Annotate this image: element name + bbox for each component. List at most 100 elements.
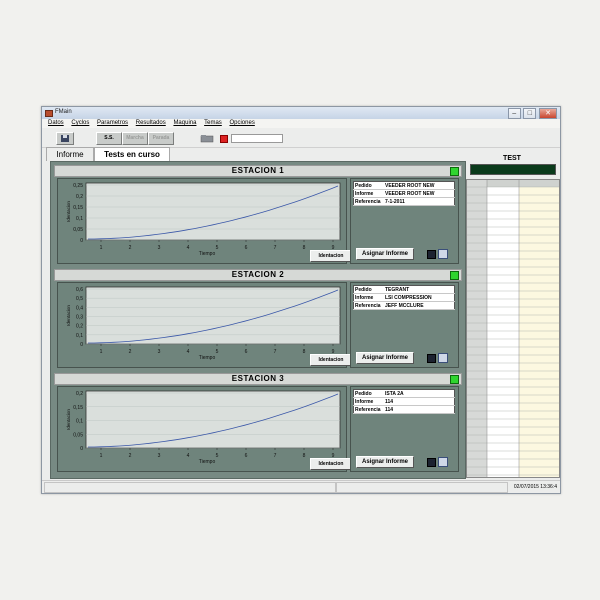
pedido-label: Pedido — [353, 389, 384, 398]
folder-icon[interactable] — [200, 133, 214, 143]
station-1-header: ESTACION 1 — [54, 165, 462, 177]
maximize-button[interactable]: □ — [523, 108, 537, 119]
station-1-info-table: Pedido VEEDER ROOT NEW Informe VEEDER ROOT… — [353, 181, 455, 206]
status-segment-1 — [44, 482, 336, 493]
toolbar: S.S. Marcha Parada — [42, 128, 560, 148]
x-tick-label: 4 — [187, 349, 190, 355]
info-row-referencia: Referencia JEFF MCCLURE — [353, 301, 455, 310]
status-segment-2 — [336, 482, 508, 493]
station-2: ESTACION 2 0,6 0,5 0,4 0,3 0,2 0,1 0 1 2 3 4 5 6 7 8 9 T… — [54, 269, 462, 369]
menu-maquina[interactable]: Maquina — [173, 119, 196, 128]
x-tick-label: 2 — [129, 245, 132, 251]
y-tick-label: 0,05 — [73, 432, 83, 438]
station-1-plot: 0,250,20,150,10,0501 2 3 4 5 6 7 8 9TiempoIdenta… — [66, 182, 341, 257]
y-tick-label: 0,3 — [76, 315, 83, 321]
x-tick-label: 4 — [187, 245, 190, 251]
save-icon[interactable] — [427, 250, 436, 259]
y-tick-label: 0 — [80, 238, 83, 244]
y-tick-label: 0,15 — [73, 405, 83, 411]
referencia-value[interactable]: JEFF MCCLURE — [384, 301, 455, 310]
info-row-informe: Informe 114 — [353, 397, 455, 406]
ss-label: S.S. — [104, 135, 114, 141]
station-2-asignar-informe-button[interactable]: Asignar Informe — [356, 352, 414, 364]
station-3-ident-button[interactable]: Identacion — [310, 458, 352, 470]
x-tick-label: 8 — [303, 245, 306, 251]
y-tick-label: 0,2 — [76, 391, 83, 397]
x-tick-label: 2 — [129, 453, 132, 459]
y-tick-label: 0,25 — [73, 183, 83, 189]
y-tick-label: 0,05 — [73, 227, 83, 233]
x-tick-label: 4 — [187, 453, 190, 459]
station-2-info-table: Pedido TEGRANT Informe LSI COMPRESSION Ref… — [353, 285, 455, 310]
search-icon[interactable] — [438, 353, 448, 363]
info-row-informe: Informe LSI COMPRESSION — [353, 293, 455, 302]
close-button[interactable]: ✕ — [539, 108, 557, 119]
progress-field — [231, 134, 283, 143]
x-tick-label: 5 — [216, 245, 219, 251]
y-axis-label: Identacion — [66, 409, 71, 430]
save-icon[interactable] — [427, 458, 436, 467]
x-tick-label: 3 — [158, 453, 161, 459]
info-row-pedido: Pedido VEEDER ROOT NEW — [353, 181, 455, 190]
app-icon — [45, 110, 53, 117]
x-tick-label: 6 — [245, 453, 248, 459]
referencia-label: Referencia — [353, 405, 384, 414]
station-2-info: Pedido TEGRANT Informe LSI COMPRESSION Ref… — [350, 282, 459, 368]
y-axis-label: Identacion — [66, 201, 71, 222]
x-axis-label: Tiempo — [199, 251, 216, 257]
x-tick-label: 5 — [216, 453, 219, 459]
station-2-ident-button[interactable]: Identacion — [310, 354, 352, 366]
station-3-header: ESTACION 3 — [54, 373, 462, 385]
save-icon[interactable] — [427, 354, 436, 363]
pedido-value[interactable]: VEEDER ROOT NEW — [384, 181, 455, 190]
minimize-button[interactable]: – — [507, 108, 521, 119]
menu-temas[interactable]: Temas — [204, 119, 222, 128]
marcha-button[interactable]: Marcha — [122, 132, 148, 145]
test-grid[interactable] — [466, 179, 560, 478]
station-1-ident-button[interactable]: Identacion — [310, 250, 352, 262]
informe-value[interactable]: 114 — [384, 397, 455, 406]
title-bar: FMain – □ ✕ — [42, 107, 560, 119]
y-tick-label: 0,1 — [76, 419, 83, 425]
parada-button[interactable]: Parada — [148, 132, 174, 145]
x-tick-label: 1 — [100, 245, 103, 251]
window-title: FMain — [55, 109, 72, 115]
menu-resultados[interactable]: Resultados — [136, 119, 166, 128]
y-tick-label: 0 — [80, 342, 83, 348]
station-3-info: Pedido ISTA 2A Informe 114 Referencia 114 A… — [350, 386, 459, 472]
menu-opciones[interactable]: Opciones — [229, 119, 254, 128]
pedido-value[interactable]: ISTA 2A — [384, 389, 455, 398]
info-row-pedido: Pedido TEGRANT — [353, 285, 455, 294]
station-1: ESTACION 1 0,25 0,2 0,15 0,1 0,05 0 1 2 3 4 5 6 7 8 9 T… — [54, 165, 462, 265]
pedido-value[interactable]: TEGRANT — [384, 285, 455, 294]
x-tick-label: 3 — [158, 349, 161, 355]
informe-value[interactable]: LSI COMPRESSION — [384, 293, 455, 302]
plot-area — [85, 182, 341, 241]
station-3-info-table: Pedido ISTA 2A Informe 114 Referencia 114 — [353, 389, 455, 414]
y-tick-label: 0,5 — [76, 296, 83, 302]
save-toolbar-button[interactable] — [56, 132, 74, 145]
station-1-asignar-informe-button[interactable]: Asignar Informe — [356, 248, 414, 260]
ss-button[interactable]: S.S. — [96, 132, 122, 145]
x-tick-label: 7 — [274, 245, 277, 251]
search-icon[interactable] — [438, 249, 448, 259]
referencia-value[interactable]: 7-1-2011 — [384, 197, 455, 206]
menu-cyclos[interactable]: Cyclos — [71, 119, 89, 128]
station-3-asignar-informe-button[interactable]: Asignar Informe — [356, 456, 414, 468]
menu-parametros[interactable]: Parametros — [97, 119, 128, 128]
search-icon[interactable] — [438, 457, 448, 467]
test-grid-lines — [467, 180, 559, 477]
x-tick-label: 6 — [245, 349, 248, 355]
menu-datos[interactable]: Datos — [48, 119, 64, 128]
referencia-value[interactable]: 114 — [384, 405, 455, 414]
menu-bar: Datos Cyclos Parametros Resultados Maqui… — [42, 119, 560, 128]
status-led — [450, 375, 459, 384]
informe-label: Informe — [353, 293, 384, 302]
stations-panel: ESTACION 1 0,25 0,2 0,15 0,1 0,05 0 1 2 3 4 5 6 7 8 9 T… — [50, 161, 466, 479]
x-tick-label: 6 — [245, 245, 248, 251]
tab-tests-en-curso[interactable]: Tests en curso — [94, 147, 170, 161]
x-tick-label: 7 — [274, 349, 277, 355]
info-row-informe: Informe VEEDER ROOT NEW — [353, 189, 455, 198]
tab-informe[interactable]: Informe — [46, 147, 94, 161]
informe-value[interactable]: VEEDER ROOT NEW — [384, 189, 455, 198]
